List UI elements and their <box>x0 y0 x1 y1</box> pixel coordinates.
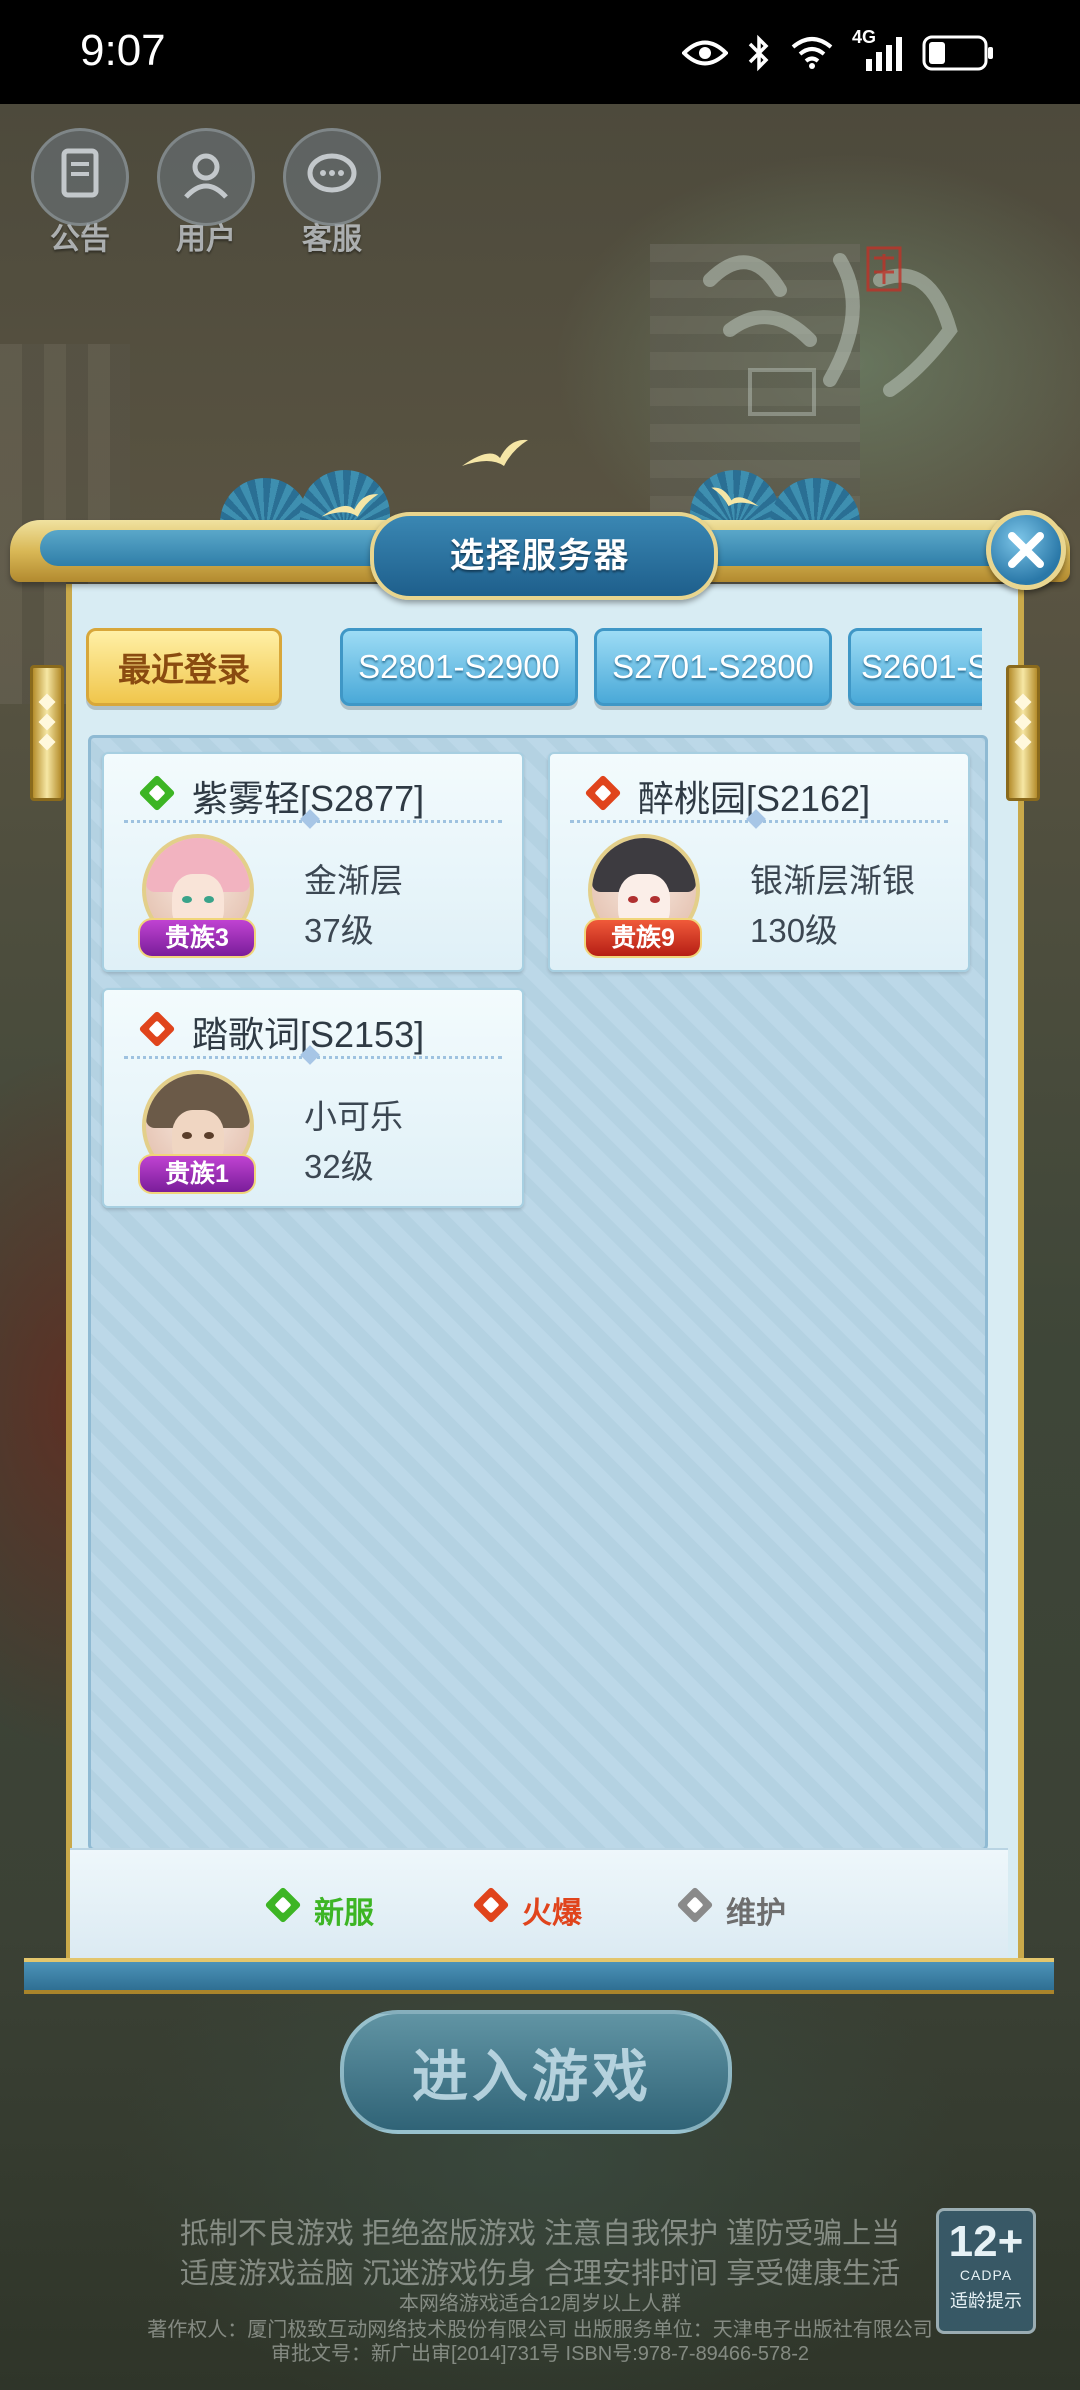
bluetooth-icon <box>748 34 769 72</box>
hot-server-icon <box>138 1010 176 1048</box>
character-level: 32级 <box>304 1148 374 1185</box>
notice-icon <box>31 128 129 226</box>
close-icon <box>1008 532 1044 568</box>
status-icons: 4G <box>682 27 994 78</box>
health-notice-line-2: 适度游戏益脑 沉迷游戏伤身 合理安排时间 享受健康生活 <box>179 2258 901 2290</box>
status-time: 9:07 <box>80 26 166 75</box>
left-lantern-pillar <box>30 665 64 801</box>
bird-decoration <box>710 484 760 523</box>
right-lantern-pillar <box>1006 665 1040 801</box>
logo-seal <box>866 246 902 292</box>
user-button[interactable]: 用户 <box>156 128 256 258</box>
eye-icon <box>682 40 728 66</box>
notice-button[interactable]: 公告 <box>30 128 130 258</box>
user-icon <box>157 128 255 226</box>
dialog-bottom-frame <box>24 1958 1054 1994</box>
maintenance-server-icon <box>676 1886 714 1924</box>
wifi-icon <box>791 37 833 69</box>
hot-server-icon <box>472 1886 510 1924</box>
legend-label: 新服 <box>314 1897 374 1930</box>
rank-badge: 贵族3 <box>138 918 256 958</box>
network-type: 4G <box>852 27 904 73</box>
legend-label: 火爆 <box>522 1897 582 1930</box>
support-button[interactable]: 客服 <box>282 128 382 258</box>
character-name: 金渐层 <box>304 862 403 899</box>
age-rating-number: 12+ <box>948 2217 1024 2266</box>
new-server-icon <box>264 1886 302 1924</box>
close-button[interactable] <box>986 510 1066 590</box>
tab-label: S2801-S2900 <box>358 648 560 685</box>
character-name: 小可乐 <box>304 1098 403 1135</box>
game-logo <box>690 220 990 440</box>
tab-s2801-s2900[interactable]: S2801-S2900 <box>340 628 578 706</box>
server-status-legend: 新服 火爆 维护 <box>70 1848 1008 1960</box>
dialog-title: 选择服务器 <box>450 537 630 575</box>
tab-s2701-s2800[interactable]: S2701-S2800 <box>594 628 832 706</box>
tab-s2601-s2700[interactable]: S2601-S2700 <box>848 628 982 706</box>
tab-label: S2601-S2700 <box>861 648 982 685</box>
health-notice-line-1: 抵制不良游戏 拒绝盗版游戏 注意自我保护 谨防受骗上当 <box>179 2218 901 2250</box>
age-rating-tip: 适龄提示 <box>950 2291 1022 2311</box>
hot-server-icon <box>584 774 622 812</box>
character-name: 银渐层渐银 <box>750 862 915 899</box>
server-card[interactable]: 紫雾轻[S2877] 贵族3 金渐层 37级 <box>102 752 524 972</box>
status-bar: 9:07 4G <box>0 0 1080 104</box>
age-rating-badge[interactable]: 12+ CADPA 适龄提示 <box>936 2208 1036 2334</box>
rank-badge: 贵族9 <box>584 918 702 958</box>
tab-recent-login[interactable]: 最近登录 <box>86 628 282 706</box>
new-server-icon <box>138 774 176 812</box>
chat-icon <box>283 128 381 226</box>
enter-game-label: 进入游戏 <box>412 2044 652 2110</box>
legend-label: 维护 <box>726 1897 786 1930</box>
server-card[interactable]: 醉桃园[S2162] 贵族9 银渐层渐银 130级 <box>548 752 970 972</box>
tab-label: S2701-S2800 <box>612 648 814 685</box>
age-notice: 本网络游戏适合12周岁以上人群 <box>398 2293 682 2315</box>
approval-notice: 审批文号：新广出审[2014]731号 ISBN号:978-7-89466-57… <box>270 2343 809 2365</box>
server-card[interactable]: 踏歌词[S2153] 贵族1 小可乐 32级 <box>102 988 524 1208</box>
age-rating-org: CADPA <box>959 2267 1013 2283</box>
tab-label: 最近登录 <box>118 651 250 688</box>
signal-icon <box>866 37 902 71</box>
battery-icon <box>922 35 993 71</box>
character-level: 130级 <box>750 912 839 949</box>
rank-badge: 贵族1 <box>138 1154 256 1194</box>
character-level: 37级 <box>304 912 374 949</box>
bird-decoration <box>460 436 530 485</box>
server-range-tabs: 最近登录 S2801-S2900 S2701-S2800 S2601-S2700 <box>84 620 982 712</box>
